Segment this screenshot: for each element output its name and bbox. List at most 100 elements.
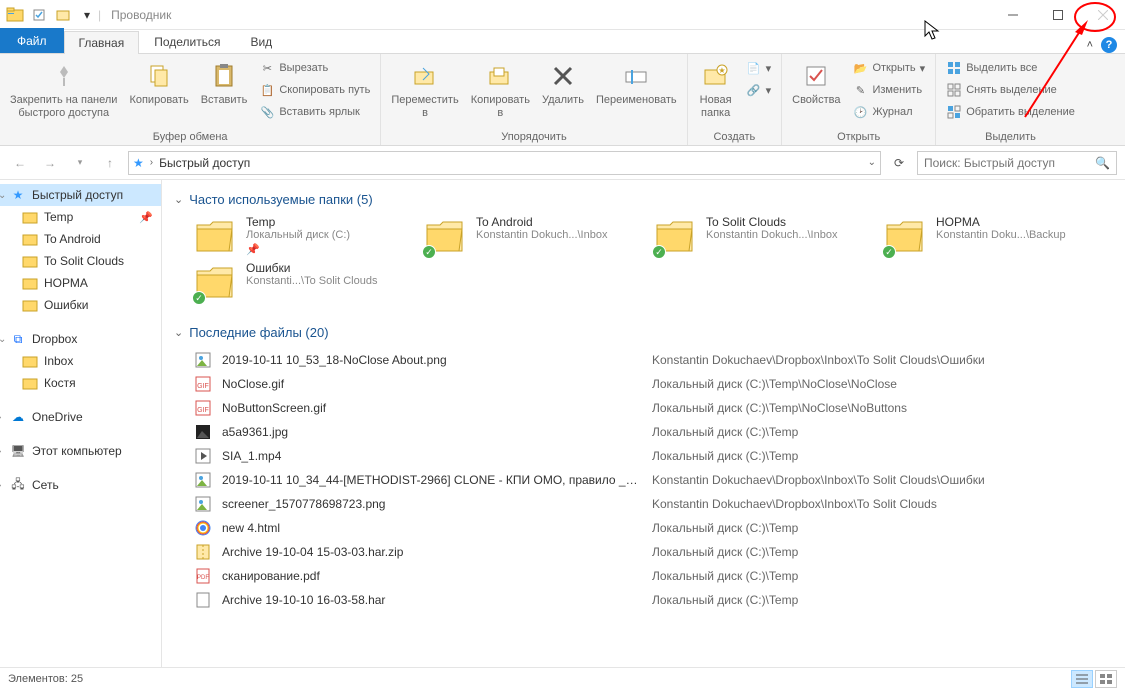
- newfolder-button[interactable]: ★ Новая папка: [694, 58, 738, 122]
- tree-item[interactable]: Ошибки: [0, 294, 161, 316]
- refresh-button[interactable]: ⟳: [887, 151, 911, 175]
- file-path: Локальный диск (C:)\Temp\NoClose\NoButto…: [652, 401, 1113, 415]
- file-row[interactable]: GIF NoClose.gif Локальный диск (C:)\Temp…: [194, 372, 1113, 396]
- search-box[interactable]: 🔍: [917, 151, 1117, 175]
- file-icon: [194, 471, 212, 489]
- file-row[interactable]: 2019-10-11 10_34_44-[METHODIST-2966] CLO…: [194, 468, 1113, 492]
- tree-item[interactable]: Костя: [0, 372, 161, 394]
- folder-item[interactable]: ✓ НОРМА Konstantin Doku...\Backup: [884, 215, 1094, 257]
- paste-button[interactable]: Вставить: [197, 58, 252, 109]
- file-row[interactable]: a5a9361.jpg Локальный диск (C:)\Temp: [194, 420, 1113, 444]
- folder-icon: [22, 275, 38, 291]
- minimize-button[interactable]: [990, 0, 1035, 29]
- easyaccess-button[interactable]: 🔗▾: [742, 80, 776, 100]
- file-icon: PDF: [194, 567, 212, 585]
- history-button[interactable]: 🕑Журнал: [848, 102, 929, 122]
- file-path: Konstantin Dokuchaev\Dropbox\Inbox\To So…: [652, 497, 1113, 511]
- moveto-button[interactable]: Переместить в: [387, 58, 462, 122]
- chevron-down-icon: ⌄: [174, 193, 183, 206]
- tree-dropbox[interactable]: ⌄⧉Dropbox: [0, 328, 161, 350]
- tree-item[interactable]: Temp📌: [0, 206, 161, 228]
- section-recent-files[interactable]: ⌄ Последние файлы (20): [174, 321, 1113, 348]
- selectnone-icon: [946, 82, 962, 98]
- qat-newfolder-icon[interactable]: [52, 4, 74, 26]
- help-icon[interactable]: ?: [1101, 37, 1117, 53]
- newitem-button[interactable]: 📄▾: [742, 58, 776, 78]
- star-icon: ★: [10, 187, 26, 203]
- chevron-right-icon: ›: [150, 157, 153, 168]
- file-row[interactable]: GIF NoButtonScreen.gif Локальный диск (C…: [194, 396, 1113, 420]
- qat-dropdown-icon[interactable]: ▾: [76, 4, 98, 26]
- file-row[interactable]: Archive 19-10-10 16-03-58.har Локальный …: [194, 588, 1113, 612]
- forward-button[interactable]: →: [38, 151, 62, 175]
- tree-quickaccess[interactable]: ⌄★Быстрый доступ: [0, 184, 161, 206]
- folder-name: Ошибки: [246, 261, 377, 275]
- tree-network[interactable]: ›🖧Сеть: [0, 474, 161, 496]
- search-input[interactable]: [924, 156, 1095, 170]
- open-button[interactable]: 📂Открыть▾: [848, 58, 929, 78]
- breadcrumb-root[interactable]: Быстрый доступ: [159, 156, 250, 170]
- tab-home[interactable]: Главная: [64, 31, 140, 54]
- file-icon: [194, 495, 212, 513]
- tab-share[interactable]: Поделиться: [139, 30, 235, 53]
- tree-item[interactable]: НОРМА: [0, 272, 161, 294]
- tree-item[interactable]: To Solit Clouds: [0, 250, 161, 272]
- file-icon: [194, 519, 212, 537]
- delete-button[interactable]: Удалить: [538, 58, 588, 109]
- addr-dropdown-icon[interactable]: ⌄: [868, 157, 876, 168]
- rename-button[interactable]: Переименовать: [592, 58, 681, 109]
- breadcrumb-box[interactable]: ★ › Быстрый доступ ⌄: [128, 151, 881, 175]
- rename-icon: [620, 60, 652, 92]
- recent-dropdown[interactable]: ▾: [68, 151, 92, 175]
- folder-item[interactable]: ✓ To Solit Clouds Konstantin Dokuch...\I…: [654, 215, 864, 257]
- copyto-button[interactable]: Копировать в: [467, 58, 534, 122]
- ribbon-collapse-icon[interactable]: ˄: [1087, 39, 1093, 51]
- copy-button[interactable]: Копировать: [125, 58, 192, 109]
- section-frequent-folders[interactable]: ⌄ Часто используемые папки (5): [174, 188, 1113, 215]
- tree-thispc[interactable]: ›🖥Этот компьютер: [0, 440, 161, 462]
- tree-item[interactable]: Inbox: [0, 350, 161, 372]
- tree-item[interactable]: To Android: [0, 228, 161, 250]
- tree-onedrive[interactable]: ›☁OneDrive: [0, 406, 161, 428]
- view-large-button[interactable]: [1095, 670, 1117, 688]
- back-button[interactable]: ←: [8, 151, 32, 175]
- edit-button[interactable]: ✎Изменить: [848, 80, 929, 100]
- selectall-button[interactable]: Выделить все: [942, 58, 1079, 78]
- folder-icon: [22, 297, 38, 313]
- file-row[interactable]: SIA_1.mp4 Локальный диск (C:)\Temp: [194, 444, 1113, 468]
- file-name: screener_1570778698723.png: [222, 497, 642, 511]
- file-row[interactable]: PDF сканирование.pdf Локальный диск (C:)…: [194, 564, 1113, 588]
- chevron-down-icon: ⌄: [174, 326, 183, 339]
- network-icon: 🖧: [10, 477, 26, 493]
- pin-quickaccess-button[interactable]: Закрепить на панели быстрого доступа: [6, 58, 121, 122]
- selectnone-button[interactable]: Снять выделение: [942, 80, 1079, 100]
- tab-view[interactable]: Вид: [235, 30, 287, 53]
- paste-shortcut-button[interactable]: 📎Вставить ярлык: [255, 102, 374, 122]
- qat-properties-icon[interactable]: [28, 4, 50, 26]
- properties-button[interactable]: Свойства: [788, 58, 844, 109]
- file-row[interactable]: 2019-10-11 10_53_18-NoClose About.png Ko…: [194, 348, 1113, 372]
- folder-item[interactable]: Temp Локальный диск (C:) 📌: [194, 215, 404, 257]
- tab-file[interactable]: Файл: [0, 28, 64, 53]
- invert-button[interactable]: Обратить выделение: [942, 102, 1079, 122]
- file-path: Локальный диск (C:)\Temp: [652, 521, 1113, 535]
- search-icon[interactable]: 🔍: [1095, 156, 1110, 170]
- file-path: Konstantin Dokuchaev\Dropbox\Inbox\To So…: [652, 353, 1113, 367]
- file-row[interactable]: new 4.html Локальный диск (C:)\Temp: [194, 516, 1113, 540]
- shortcut-icon: 📎: [259, 104, 275, 120]
- file-row[interactable]: Archive 19-10-04 15-03-03.har.zip Локаль…: [194, 540, 1113, 564]
- folder-item[interactable]: ✓ Ошибки Konstanti...\To Solit Clouds: [194, 261, 404, 303]
- folder-item[interactable]: ✓ To Android Konstantin Dokuch...\Inbox: [424, 215, 634, 257]
- close-button[interactable]: [1080, 0, 1125, 29]
- folder-icon: [22, 353, 38, 369]
- view-details-button[interactable]: [1071, 670, 1093, 688]
- copypath-button[interactable]: 📋Скопировать путь: [255, 80, 374, 100]
- folder-path: Konstantin Doku...\Backup: [936, 229, 1066, 241]
- up-button[interactable]: ↑: [98, 151, 122, 175]
- file-icon: GIF: [194, 375, 212, 393]
- cut-button[interactable]: ✂Вырезать: [255, 58, 374, 78]
- folder-icon: ✓: [654, 215, 696, 257]
- invert-icon: [946, 104, 962, 120]
- file-row[interactable]: screener_1570778698723.png Konstantin Do…: [194, 492, 1113, 516]
- maximize-button[interactable]: [1035, 0, 1080, 29]
